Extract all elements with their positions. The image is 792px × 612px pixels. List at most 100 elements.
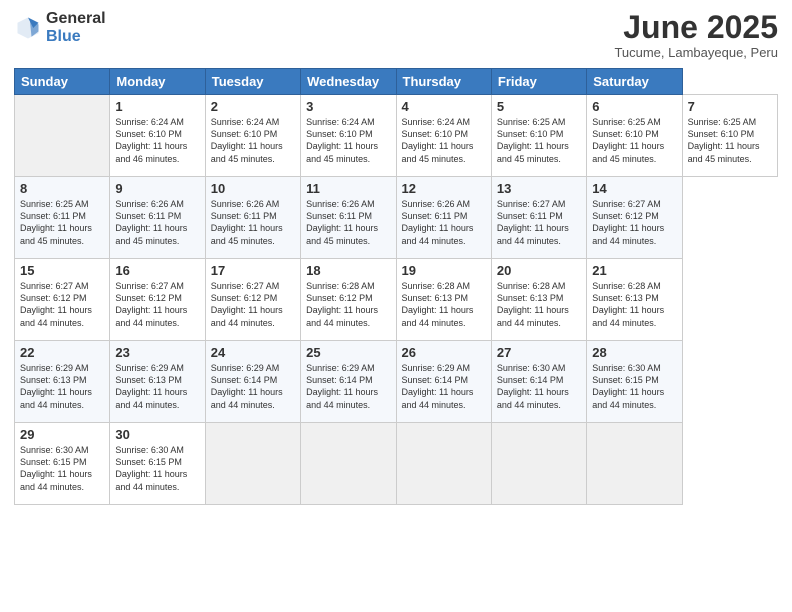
table-row: 3 Sunrise: 6:24 AMSunset: 6:10 PMDayligh… — [301, 95, 396, 177]
page: General Blue June 2025 Tucume, Lambayequ… — [0, 0, 792, 612]
table-row: 24 Sunrise: 6:29 AMSunset: 6:14 PMDaylig… — [205, 341, 300, 423]
day-number: 22 — [20, 345, 104, 360]
col-saturday: Saturday — [587, 69, 682, 95]
cell-text: Sunrise: 6:29 AMSunset: 6:14 PMDaylight:… — [211, 363, 283, 409]
table-row: 16 Sunrise: 6:27 AMSunset: 6:12 PMDaylig… — [110, 259, 205, 341]
day-number: 4 — [402, 99, 486, 114]
table-row: 26 Sunrise: 6:29 AMSunset: 6:14 PMDaylig… — [396, 341, 491, 423]
day-number: 6 — [592, 99, 676, 114]
table-row — [491, 423, 586, 505]
day-number: 27 — [497, 345, 581, 360]
cell-text: Sunrise: 6:26 AMSunset: 6:11 PMDaylight:… — [115, 199, 187, 245]
cell-text: Sunrise: 6:24 AMSunset: 6:10 PMDaylight:… — [211, 117, 283, 163]
day-number: 2 — [211, 99, 295, 114]
day-number: 15 — [20, 263, 104, 278]
cell-text: Sunrise: 6:28 AMSunset: 6:13 PMDaylight:… — [497, 281, 569, 327]
cell-text: Sunrise: 6:29 AMSunset: 6:14 PMDaylight:… — [306, 363, 378, 409]
empty-cell — [15, 95, 110, 177]
day-number: 28 — [592, 345, 676, 360]
day-number: 24 — [211, 345, 295, 360]
cell-text: Sunrise: 6:29 AMSunset: 6:13 PMDaylight:… — [20, 363, 92, 409]
cell-text: Sunrise: 6:26 AMSunset: 6:11 PMDaylight:… — [402, 199, 474, 245]
table-row: 25 Sunrise: 6:29 AMSunset: 6:14 PMDaylig… — [301, 341, 396, 423]
day-number: 1 — [115, 99, 199, 114]
day-number: 29 — [20, 427, 104, 442]
cell-text: Sunrise: 6:28 AMSunset: 6:12 PMDaylight:… — [306, 281, 378, 327]
table-row — [301, 423, 396, 505]
header: General Blue June 2025 Tucume, Lambayequ… — [14, 10, 778, 60]
calendar-table: Sunday Monday Tuesday Wednesday Thursday… — [14, 68, 778, 505]
table-row: 13 Sunrise: 6:27 AMSunset: 6:11 PMDaylig… — [491, 177, 586, 259]
table-row: 29 Sunrise: 6:30 AMSunset: 6:15 PMDaylig… — [15, 423, 110, 505]
cell-text: Sunrise: 6:24 AMSunset: 6:10 PMDaylight:… — [115, 117, 187, 163]
logo-general-text: General — [46, 10, 106, 28]
calendar-header-row: Sunday Monday Tuesday Wednesday Thursday… — [15, 69, 778, 95]
day-number: 13 — [497, 181, 581, 196]
day-number: 14 — [592, 181, 676, 196]
day-number: 5 — [497, 99, 581, 114]
cell-text: Sunrise: 6:26 AMSunset: 6:11 PMDaylight:… — [211, 199, 283, 245]
day-number: 12 — [402, 181, 486, 196]
table-row — [205, 423, 300, 505]
cell-text: Sunrise: 6:30 AMSunset: 6:15 PMDaylight:… — [115, 445, 187, 491]
col-sunday: Sunday — [15, 69, 110, 95]
cell-text: Sunrise: 6:29 AMSunset: 6:14 PMDaylight:… — [402, 363, 474, 409]
day-number: 16 — [115, 263, 199, 278]
cell-text: Sunrise: 6:25 AMSunset: 6:10 PMDaylight:… — [688, 117, 760, 163]
col-friday: Friday — [491, 69, 586, 95]
table-row: 12 Sunrise: 6:26 AMSunset: 6:11 PMDaylig… — [396, 177, 491, 259]
table-row: 9 Sunrise: 6:26 AMSunset: 6:11 PMDayligh… — [110, 177, 205, 259]
day-number: 7 — [688, 99, 772, 114]
table-row: 2 Sunrise: 6:24 AMSunset: 6:10 PMDayligh… — [205, 95, 300, 177]
cell-text: Sunrise: 6:26 AMSunset: 6:11 PMDaylight:… — [306, 199, 378, 245]
table-row: 17 Sunrise: 6:27 AMSunset: 6:12 PMDaylig… — [205, 259, 300, 341]
month-title: June 2025 — [614, 10, 778, 45]
day-number: 21 — [592, 263, 676, 278]
day-number: 18 — [306, 263, 390, 278]
table-row: 22 Sunrise: 6:29 AMSunset: 6:13 PMDaylig… — [15, 341, 110, 423]
logo-text: General Blue — [46, 10, 106, 45]
day-number: 23 — [115, 345, 199, 360]
table-row: 14 Sunrise: 6:27 AMSunset: 6:12 PMDaylig… — [587, 177, 682, 259]
calendar-week-row: 22 Sunrise: 6:29 AMSunset: 6:13 PMDaylig… — [15, 341, 778, 423]
cell-text: Sunrise: 6:28 AMSunset: 6:13 PMDaylight:… — [592, 281, 664, 327]
table-row: 5 Sunrise: 6:25 AMSunset: 6:10 PMDayligh… — [491, 95, 586, 177]
table-row: 18 Sunrise: 6:28 AMSunset: 6:12 PMDaylig… — [301, 259, 396, 341]
table-row: 11 Sunrise: 6:26 AMSunset: 6:11 PMDaylig… — [301, 177, 396, 259]
cell-text: Sunrise: 6:30 AMSunset: 6:15 PMDaylight:… — [20, 445, 92, 491]
logo-icon — [14, 14, 42, 42]
title-section: June 2025 Tucume, Lambayeque, Peru — [614, 10, 778, 60]
table-row: 8 Sunrise: 6:25 AMSunset: 6:11 PMDayligh… — [15, 177, 110, 259]
table-row: 30 Sunrise: 6:30 AMSunset: 6:15 PMDaylig… — [110, 423, 205, 505]
calendar-week-row: 8 Sunrise: 6:25 AMSunset: 6:11 PMDayligh… — [15, 177, 778, 259]
col-monday: Monday — [110, 69, 205, 95]
table-row: 7 Sunrise: 6:25 AMSunset: 6:10 PMDayligh… — [682, 95, 777, 177]
location: Tucume, Lambayeque, Peru — [614, 45, 778, 60]
table-row: 10 Sunrise: 6:26 AMSunset: 6:11 PMDaylig… — [205, 177, 300, 259]
table-row — [396, 423, 491, 505]
table-row: 15 Sunrise: 6:27 AMSunset: 6:12 PMDaylig… — [15, 259, 110, 341]
day-number: 26 — [402, 345, 486, 360]
logo-blue-text: Blue — [46, 28, 106, 46]
col-thursday: Thursday — [396, 69, 491, 95]
cell-text: Sunrise: 6:27 AMSunset: 6:12 PMDaylight:… — [592, 199, 664, 245]
day-number: 20 — [497, 263, 581, 278]
cell-text: Sunrise: 6:29 AMSunset: 6:13 PMDaylight:… — [115, 363, 187, 409]
cell-text: Sunrise: 6:27 AMSunset: 6:11 PMDaylight:… — [497, 199, 569, 245]
table-row — [587, 423, 682, 505]
calendar-week-row: 29 Sunrise: 6:30 AMSunset: 6:15 PMDaylig… — [15, 423, 778, 505]
cell-text: Sunrise: 6:28 AMSunset: 6:13 PMDaylight:… — [402, 281, 474, 327]
col-tuesday: Tuesday — [205, 69, 300, 95]
day-number: 19 — [402, 263, 486, 278]
table-row: 28 Sunrise: 6:30 AMSunset: 6:15 PMDaylig… — [587, 341, 682, 423]
day-number: 10 — [211, 181, 295, 196]
cell-text: Sunrise: 6:25 AMSunset: 6:10 PMDaylight:… — [497, 117, 569, 163]
cell-text: Sunrise: 6:27 AMSunset: 6:12 PMDaylight:… — [20, 281, 92, 327]
table-row: 20 Sunrise: 6:28 AMSunset: 6:13 PMDaylig… — [491, 259, 586, 341]
logo: General Blue — [14, 10, 106, 45]
cell-text: Sunrise: 6:30 AMSunset: 6:15 PMDaylight:… — [592, 363, 664, 409]
table-row: 6 Sunrise: 6:25 AMSunset: 6:10 PMDayligh… — [587, 95, 682, 177]
cell-text: Sunrise: 6:27 AMSunset: 6:12 PMDaylight:… — [115, 281, 187, 327]
cell-text: Sunrise: 6:27 AMSunset: 6:12 PMDaylight:… — [211, 281, 283, 327]
day-number: 9 — [115, 181, 199, 196]
